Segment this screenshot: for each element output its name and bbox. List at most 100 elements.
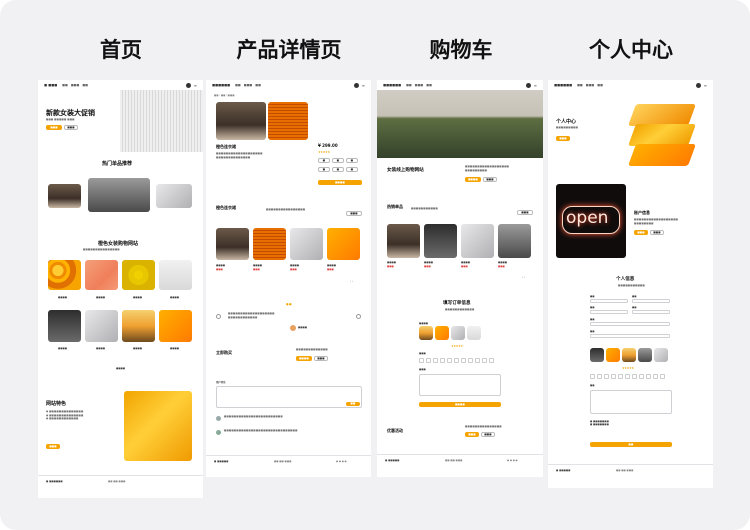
buy-now-button[interactable]: ■■■■ bbox=[296, 356, 312, 361]
color-option-1[interactable]: ■ bbox=[318, 167, 330, 172]
product-image-1[interactable] bbox=[48, 260, 81, 290]
avatar-option-5[interactable] bbox=[654, 348, 668, 362]
related-image-1[interactable] bbox=[216, 228, 249, 260]
related-image-2[interactable] bbox=[253, 228, 286, 260]
learn-more-button[interactable]: ■■■ bbox=[483, 177, 497, 182]
nav-links[interactable]: ■■ ■■■ ■■ bbox=[235, 83, 264, 87]
product-image-2[interactable] bbox=[85, 260, 118, 290]
order-rating[interactable]: ★★★★★ bbox=[451, 344, 463, 348]
menu-icon[interactable]: ≡ bbox=[534, 83, 537, 88]
size-option-l[interactable]: ■ bbox=[346, 158, 358, 163]
save-profile-button[interactable]: ■■ bbox=[590, 442, 672, 447]
avatar-option-3[interactable] bbox=[622, 348, 636, 362]
nav-links[interactable]: ■■ ■■■ ■■ bbox=[406, 83, 435, 87]
option-checkbox-3[interactable] bbox=[604, 374, 609, 379]
recommend-image-3[interactable] bbox=[156, 184, 192, 208]
prev-arrow-icon[interactable] bbox=[216, 314, 221, 319]
option-checkbox-6[interactable] bbox=[625, 374, 630, 379]
option-checkbox-7[interactable] bbox=[461, 358, 466, 363]
view-all-button[interactable]: ■■■ bbox=[346, 211, 362, 216]
option-checkbox-5[interactable] bbox=[618, 374, 623, 379]
product-image-8[interactable] bbox=[159, 310, 192, 342]
carousel-dots[interactable]: ● ● bbox=[286, 302, 292, 306]
address-textarea[interactable] bbox=[419, 374, 501, 396]
recommend-image-2[interactable] bbox=[88, 178, 150, 212]
option-checkbox-6[interactable] bbox=[454, 358, 459, 363]
option-checkbox-5[interactable] bbox=[447, 358, 452, 363]
product-image-6[interactable] bbox=[85, 310, 118, 342]
avatar-option-1[interactable] bbox=[590, 348, 604, 362]
size-option-s[interactable]: ■ bbox=[318, 158, 330, 163]
view-more-link[interactable]: ■■■■ bbox=[116, 367, 125, 370]
menu-icon[interactable]: ≡ bbox=[362, 83, 365, 88]
option-checkbox-3[interactable] bbox=[433, 358, 438, 363]
user-avatar-icon[interactable] bbox=[185, 82, 191, 88]
add-to-cart-button[interactable]: ■■■■ bbox=[318, 180, 362, 185]
product-image-7[interactable] bbox=[122, 310, 155, 342]
user-avatar-icon[interactable] bbox=[353, 82, 359, 88]
nav-brand[interactable]: ■ ■■■ bbox=[44, 83, 57, 87]
learn-more-button[interactable]: ■■■ bbox=[314, 356, 328, 361]
footer-social-icons[interactable]: ● ● ● ● bbox=[507, 459, 518, 462]
carousel-arrows[interactable]: ‹ › bbox=[350, 280, 353, 283]
profile-rating[interactable]: ★★★★★ bbox=[622, 366, 634, 370]
next-arrow-icon[interactable] bbox=[356, 314, 361, 319]
field-input-2[interactable] bbox=[632, 299, 670, 303]
submit-comment-button[interactable]: ■■ bbox=[346, 402, 360, 406]
option-checkbox-11[interactable] bbox=[489, 358, 494, 363]
option-checkbox-10[interactable] bbox=[653, 374, 658, 379]
footer-links[interactable]: ■■ ■■ ■■■ bbox=[108, 480, 125, 483]
option-checkbox-1[interactable] bbox=[590, 374, 595, 379]
field-input-4[interactable] bbox=[632, 310, 670, 314]
product-image-3[interactable] bbox=[122, 260, 155, 290]
promo-more-button[interactable]: ■■■ bbox=[481, 432, 495, 437]
related-image-3[interactable] bbox=[290, 228, 323, 260]
nav-brand[interactable]: ■■■■■■ bbox=[383, 83, 401, 87]
option-checkbox-1[interactable] bbox=[419, 358, 424, 363]
option-checkbox-9[interactable] bbox=[646, 374, 651, 379]
comment-input[interactable] bbox=[216, 386, 362, 408]
profile-edit-button[interactable]: ■■■ bbox=[556, 136, 570, 141]
footer-social-icons[interactable]: ● ● ● ● bbox=[336, 460, 347, 463]
menu-icon[interactable]: ≡ bbox=[704, 83, 707, 88]
carousel-arrows[interactable]: ‹ › bbox=[522, 276, 525, 279]
avatar-option-4[interactable] bbox=[638, 348, 652, 362]
field-input-1[interactable] bbox=[590, 299, 628, 303]
field-input-5[interactable] bbox=[590, 322, 670, 326]
option-checkbox-2[interactable] bbox=[426, 358, 431, 363]
footer-links[interactable]: ■■ ■■ ■■■ bbox=[274, 460, 291, 463]
option-checkbox-7[interactable] bbox=[632, 374, 637, 379]
option-checkbox-4[interactable] bbox=[611, 374, 616, 379]
color-option-2[interactable]: ■ bbox=[332, 167, 344, 172]
hero-secondary-button[interactable]: ■■■ bbox=[64, 125, 78, 130]
footer-links[interactable]: ■■ ■■ ■■■ bbox=[445, 459, 462, 462]
bio-textarea[interactable] bbox=[590, 390, 672, 414]
option-checkbox-2[interactable] bbox=[597, 374, 602, 379]
user-avatar-icon[interactable] bbox=[695, 82, 701, 88]
option-checkbox-11[interactable] bbox=[660, 374, 665, 379]
hot-item-image-1[interactable] bbox=[387, 224, 420, 258]
breadcrumb[interactable]: ■■ / ■■ / ■■■ bbox=[214, 94, 234, 97]
option-checkbox-9[interactable] bbox=[475, 358, 480, 363]
footer-links[interactable]: ■■ ■■ ■■■ bbox=[616, 469, 633, 472]
promo-button[interactable]: ■■■ bbox=[465, 432, 479, 437]
hero-primary-button[interactable]: ■■■ bbox=[46, 125, 62, 130]
features-button[interactable]: ■■■ bbox=[46, 444, 60, 449]
menu-icon[interactable]: ≡ bbox=[194, 83, 197, 88]
related-image-4[interactable] bbox=[327, 228, 360, 260]
option-checkbox-4[interactable] bbox=[440, 358, 445, 363]
color-option-3[interactable]: ■ bbox=[346, 167, 358, 172]
field-input-6[interactable] bbox=[590, 334, 670, 338]
size-option-m[interactable]: ■ bbox=[332, 158, 344, 163]
option-checkbox-10[interactable] bbox=[482, 358, 487, 363]
account-button[interactable]: ■■■ bbox=[634, 230, 648, 235]
field-input-3[interactable] bbox=[590, 310, 628, 314]
recommend-image-1[interactable] bbox=[48, 184, 81, 208]
hot-item-image-2[interactable] bbox=[424, 224, 457, 258]
nav-brand[interactable]: ■■■■■■ bbox=[212, 83, 230, 87]
nav-links[interactable]: ■■ ■■■ ■■ bbox=[577, 83, 606, 87]
shop-now-button[interactable]: ■■■■ bbox=[465, 177, 481, 182]
nav-brand[interactable]: ■■■■■■ bbox=[554, 83, 572, 87]
product-image-5[interactable] bbox=[48, 310, 81, 342]
option-checkbox-8[interactable] bbox=[468, 358, 473, 363]
